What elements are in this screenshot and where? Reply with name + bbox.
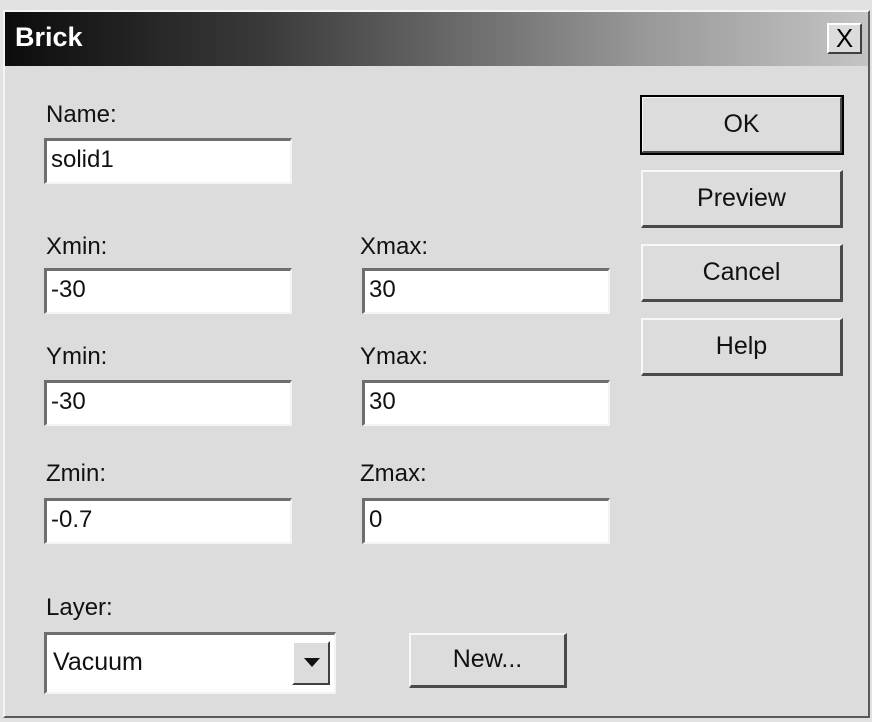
ymin-label: Ymin: — [46, 343, 108, 370]
ymax-label: Ymax: — [360, 343, 429, 370]
zmax-label: Zmax: — [360, 460, 427, 487]
layer-select[interactable]: Vacuum — [44, 632, 336, 694]
ok-button[interactable]: OK — [640, 95, 844, 155]
xmax-field[interactable]: 30 — [362, 268, 610, 314]
ymax-field[interactable]: 30 — [362, 380, 610, 426]
layer-label: Layer: — [46, 594, 113, 621]
zmin-field[interactable]: -0.7 — [44, 498, 292, 544]
name-label: Name: — [46, 101, 117, 128]
zmax-field[interactable]: 0 — [362, 498, 610, 544]
close-button[interactable]: X — [827, 23, 862, 54]
zmin-label: Zmin: — [46, 460, 106, 487]
cancel-button[interactable]: Cancel — [641, 244, 843, 302]
new-layer-button[interactable]: New... — [409, 633, 567, 688]
ymin-field[interactable]: -30 — [44, 380, 292, 426]
xmax-label: Xmax: — [360, 233, 429, 260]
xmin-label: Xmin: — [46, 233, 108, 260]
xmin-field[interactable]: -30 — [44, 268, 292, 314]
window-title: Brick — [15, 22, 83, 52]
layer-value: Vacuum — [53, 648, 143, 676]
name-field[interactable]: solid1 — [44, 138, 292, 184]
title-bar: Brick X — [5, 12, 868, 66]
chevron-down-icon — [304, 658, 320, 667]
layer-dropdown-button[interactable] — [292, 641, 330, 685]
close-icon: X — [835, 23, 854, 53]
preview-button[interactable]: Preview — [641, 170, 843, 228]
help-button[interactable]: Help — [641, 318, 843, 376]
